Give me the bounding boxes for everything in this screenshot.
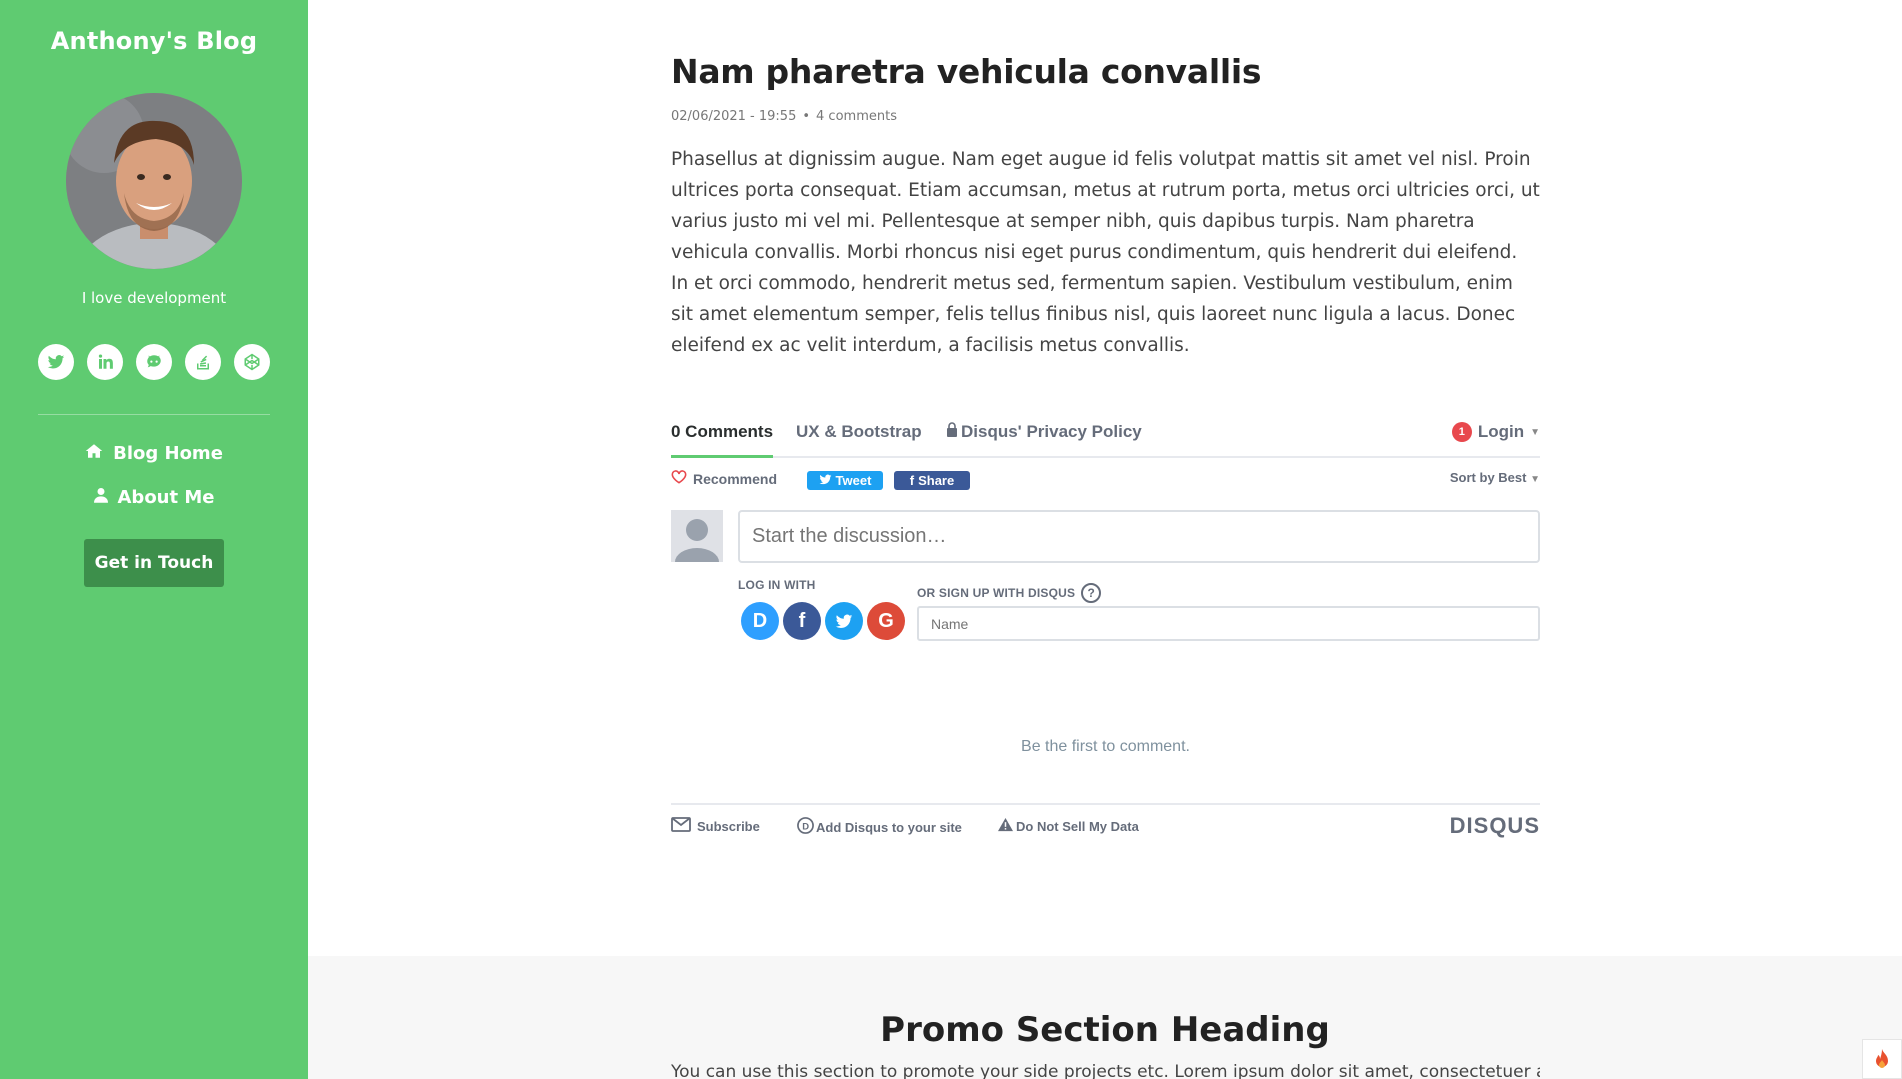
- flame-icon[interactable]: [1862, 1039, 1902, 1079]
- post-date: 02/06/2021 - 19:55: [671, 109, 797, 124]
- home-icon: [85, 443, 103, 464]
- chevron-down-icon: ▼: [1530, 474, 1540, 485]
- sidebar-divider: [38, 414, 270, 415]
- twitter-icon[interactable]: [38, 344, 74, 380]
- get-in-touch-button[interactable]: Get in Touch: [84, 539, 224, 587]
- sidebar: Anthony's Blog I love development Blog H…: [0, 0, 308, 1079]
- disqus-thread: 0 Comments UX & Bootstrap Disqus' Privac…: [671, 420, 1540, 843]
- sign-up-with-label: OR SIGN UP WITH DISQUS ?: [917, 583, 1102, 603]
- disqus-d-icon: D: [797, 817, 814, 837]
- svg-text:D: D: [802, 821, 809, 832]
- login-menu[interactable]: 1 Login ▼: [1451, 422, 1540, 442]
- meta-separator: •: [802, 109, 811, 124]
- main-content: Nam pharetra vehicula convallis 02/06/20…: [308, 0, 1902, 1079]
- chevron-down-icon: ▼: [1530, 426, 1540, 438]
- login-providers: D f G: [741, 602, 905, 640]
- warning-icon: [997, 817, 1014, 835]
- disqus-logo[interactable]: DISQUS: [1450, 813, 1540, 839]
- add-disqus-label: Add Disqus to your site: [816, 819, 962, 835]
- privacy-policy-label: Disqus' Privacy Policy: [961, 422, 1142, 441]
- facebook-icon: f: [909, 473, 915, 488]
- guest-avatar: [671, 510, 723, 562]
- login-label: Login: [1477, 422, 1525, 441]
- tab-comments[interactable]: 0 Comments: [671, 422, 774, 458]
- disqus-footer: Subscribe D Add Disqus to your site Do N…: [671, 803, 1540, 843]
- twitter-bird-icon: [819, 473, 832, 488]
- share-label: Share: [918, 473, 955, 488]
- promo-heading: Promo Section Heading: [880, 1010, 1330, 1050]
- recommend-button[interactable]: Recommend: [671, 470, 777, 487]
- recommend-label: Recommend: [693, 470, 778, 487]
- discussion-input[interactable]: [738, 510, 1540, 563]
- nav-blog-home-label: Blog Home: [113, 443, 223, 464]
- sign-up-with-text: OR SIGN UP WITH DISQUS: [917, 586, 1076, 600]
- heart-icon: [671, 470, 687, 487]
- nav-about-me[interactable]: About Me: [0, 487, 308, 508]
- disqus-tabs: 0 Comments UX & Bootstrap Disqus' Privac…: [671, 420, 1540, 458]
- add-disqus-link[interactable]: D Add Disqus to your site: [797, 817, 962, 837]
- nav-blog-home[interactable]: Blog Home: [0, 443, 308, 464]
- blog-post: Nam pharetra vehicula convallis 02/06/20…: [671, 52, 1540, 361]
- tweet-button[interactable]: Tweet: [807, 471, 883, 490]
- tagline: I love development: [81, 289, 227, 307]
- notification-badge: 1: [1451, 422, 1472, 442]
- promo-text: You can use this section to promote your…: [671, 1062, 1540, 1079]
- github-icon[interactable]: [136, 344, 172, 380]
- do-not-sell-link[interactable]: Do Not Sell My Data: [997, 817, 1139, 835]
- blog-name[interactable]: Anthony's Blog: [0, 27, 308, 55]
- facebook-share-button[interactable]: f Share: [894, 471, 970, 490]
- twitter-login-icon[interactable]: [825, 602, 863, 640]
- comment-composer: LOG IN WITH OR SIGN UP WITH DISQUS ? D f…: [671, 510, 1540, 660]
- tab-community[interactable]: UX & Bootstrap: [796, 422, 922, 442]
- post-comment-count[interactable]: 4 comments: [816, 109, 897, 124]
- tweet-label: Tweet: [835, 473, 872, 488]
- promo-section: Promo Section Heading You can use this s…: [308, 956, 1902, 1079]
- do-not-sell-label: Do Not Sell My Data: [1016, 818, 1139, 834]
- sort-label: Sort by Best: [1449, 470, 1527, 485]
- facebook-login-icon[interactable]: f: [783, 602, 821, 640]
- log-in-with-label: LOG IN WITH: [738, 578, 816, 592]
- tab-privacy-policy[interactable]: Disqus' Privacy Policy: [946, 422, 1142, 442]
- post-meta: 02/06/2021 - 19:55 • 4 comments: [671, 109, 1540, 124]
- google-login-icon[interactable]: G: [867, 602, 905, 640]
- user-icon: [93, 487, 108, 508]
- codepen-icon[interactable]: [234, 344, 270, 380]
- name-field[interactable]: [917, 606, 1540, 641]
- empty-thread-message: Be the first to comment.: [1021, 738, 1190, 755]
- subscribe-link[interactable]: Subscribe: [671, 817, 760, 835]
- envelope-icon: [671, 817, 691, 835]
- disqus-login-icon[interactable]: D: [741, 602, 779, 640]
- stackoverflow-icon[interactable]: [185, 344, 221, 380]
- post-title: Nam pharetra vehicula convallis: [671, 52, 1262, 91]
- subscribe-label: Subscribe: [697, 818, 760, 834]
- lock-icon: [946, 422, 958, 442]
- nav-about-me-label: About Me: [117, 487, 215, 508]
- profile-avatar: [66, 93, 242, 269]
- social-links: [38, 344, 270, 380]
- linkedin-icon[interactable]: [87, 344, 123, 380]
- post-body: Phasellus at dignissim augue. Nam eget a…: [671, 149, 1540, 356]
- help-icon[interactable]: ?: [1081, 583, 1102, 603]
- sort-dropdown[interactable]: Sort by Best ▼: [1450, 470, 1540, 485]
- thread-actions: Recommend Tweet f Share Sort by Best ▼: [671, 458, 1540, 500]
